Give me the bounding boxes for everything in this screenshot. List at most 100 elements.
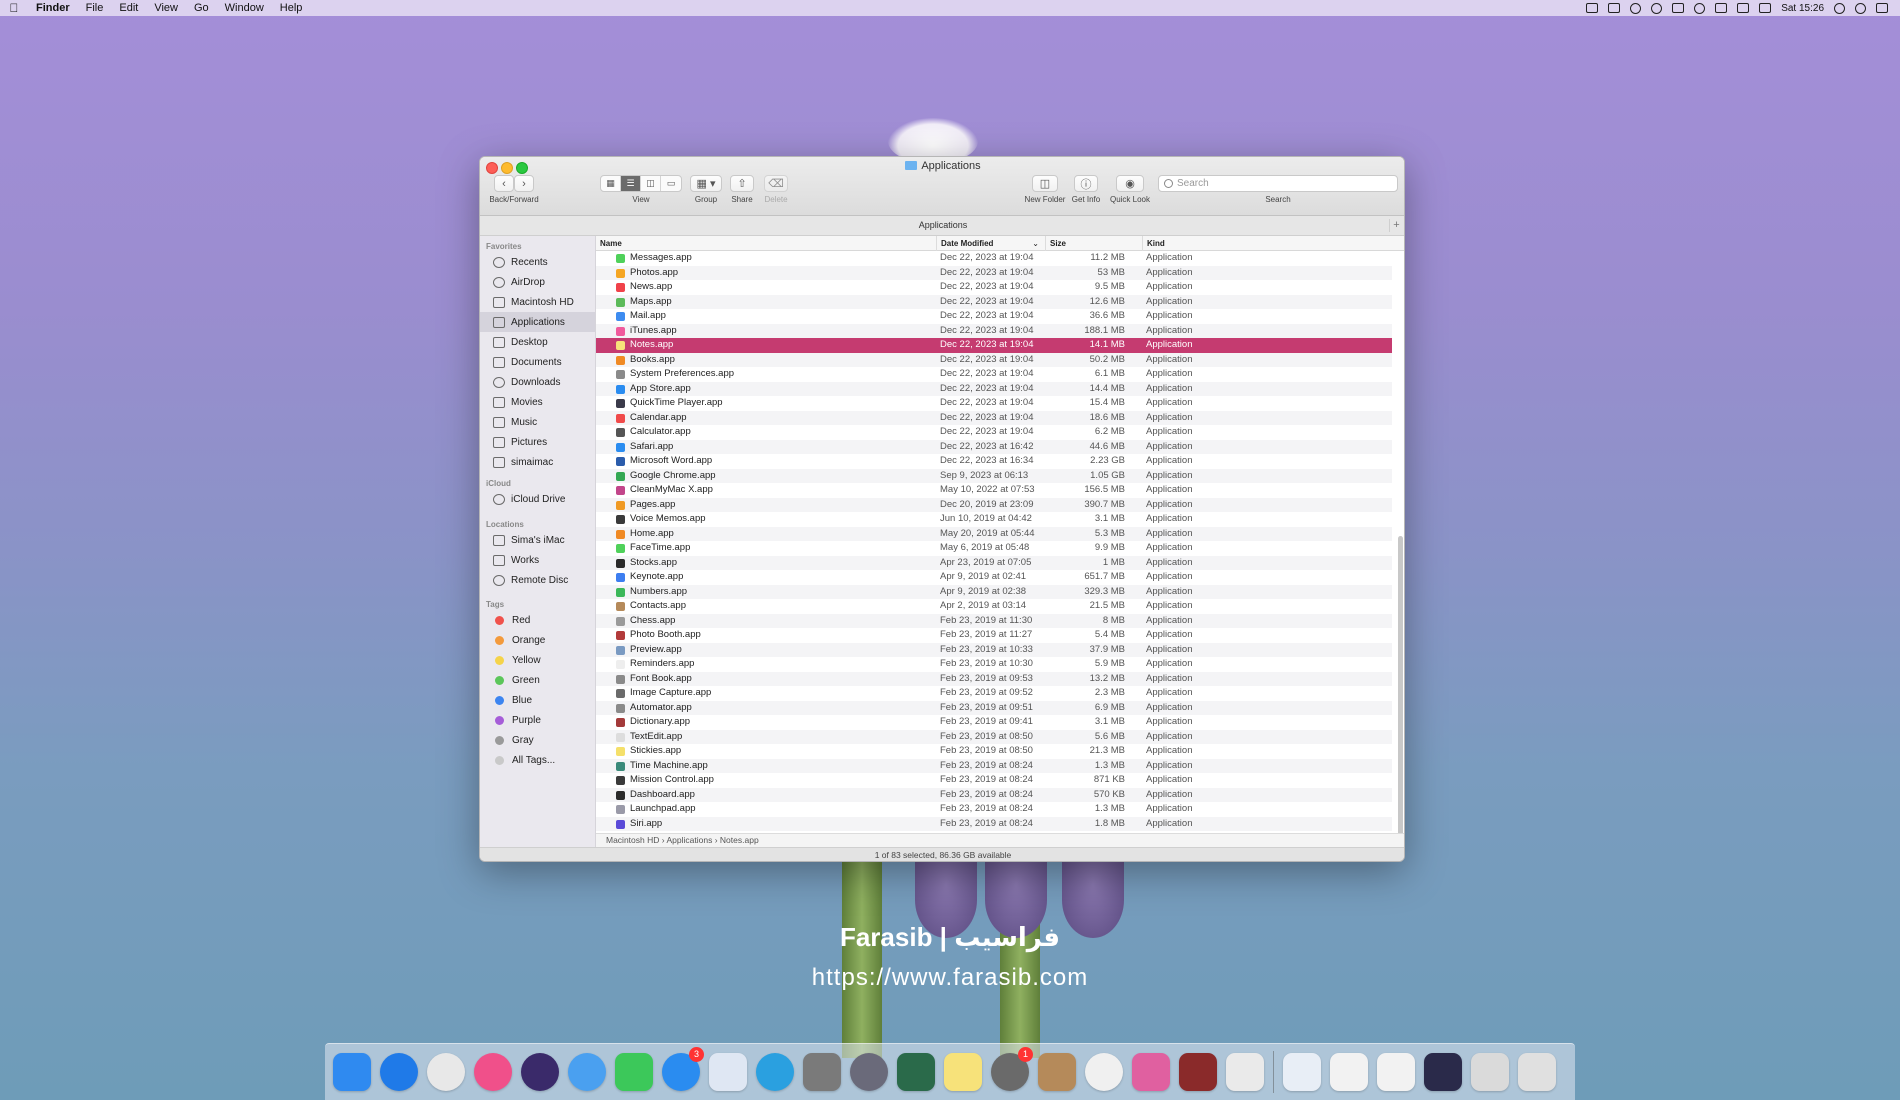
launchpad-icon[interactable] [850, 1053, 888, 1091]
sidebar-tag-orange[interactable]: Orange [480, 630, 595, 650]
sidebar-tag-purple[interactable]: Purple [480, 710, 595, 730]
gallery-view-icon[interactable]: ▭ [661, 176, 681, 191]
photo-booth-icon[interactable] [1179, 1053, 1217, 1091]
siri-menu-icon[interactable] [1855, 2, 1866, 14]
sidebar-tag-blue[interactable]: Blue [480, 690, 595, 710]
preview-icon[interactable] [1226, 1053, 1264, 1091]
apple-menu-icon[interactable]:  [0, 1, 28, 15]
file-row[interactable]: Voice Memos.app Jun 10, 2019 at 04:42 3.1 … [596, 512, 1392, 527]
breadcrumb-applications[interactable]: Applications [667, 835, 713, 845]
screen-mirror-icon[interactable] [1586, 3, 1599, 13]
utility-icon[interactable] [803, 1053, 841, 1091]
file-row[interactable]: Contacts.app Apr 2, 2019 at 03:14 21.5 MB A… [596, 599, 1392, 614]
new-tab-button[interactable]: + [1389, 219, 1403, 232]
cleanmymac-icon[interactable] [1132, 1053, 1170, 1091]
file-row[interactable]: Siri.app Feb 23, 2019 at 08:24 1.8 MB Appli… [596, 816, 1392, 831]
column-name[interactable]: Name [596, 236, 940, 251]
messages-icon[interactable] [568, 1053, 606, 1091]
sidebar-item-pictures[interactable]: Pictures [480, 432, 595, 452]
file-row[interactable]: CleanMyMac X.app May 10, 2022 at 07:53 156… [596, 483, 1392, 498]
file-row[interactable]: Home.app May 20, 2019 at 05:44 5.3 MB Appli… [596, 526, 1392, 541]
file-row[interactable]: Maps.app Dec 22, 2023 at 19:04 12.6 MB Appl… [596, 294, 1392, 309]
sidebar-item-airdrop[interactable]: AirDrop [480, 272, 595, 292]
delete-button[interactable]: ⌫ [764, 175, 788, 192]
column-size[interactable]: Size [1045, 236, 1110, 251]
file-row[interactable]: Notes.app Dec 22, 2023 at 19:04 14.1 MB App… [596, 338, 1392, 353]
file-row[interactable]: Dashboard.app Feb 23, 2019 at 08:24 570 KB… [596, 787, 1392, 802]
sidebar-tag-green[interactable]: Green [480, 670, 595, 690]
file-row[interactable]: Stocks.app Apr 23, 2019 at 07:05 1 MB Appli… [596, 555, 1392, 570]
file-row[interactable]: Image Capture.app Feb 23, 2019 at 09:52 2.… [596, 686, 1392, 701]
file-row[interactable]: Reminders.app Feb 23, 2019 at 10:30 5.9 MB… [596, 657, 1392, 672]
icon-view-icon[interactable]: ▦ [601, 176, 621, 191]
file-row[interactable]: App Store.app Dec 22, 2023 at 19:04 14.4 M… [596, 381, 1392, 396]
sidebar-item-desktop[interactable]: Desktop [480, 332, 595, 352]
file-row[interactable]: QuickTime Player.app Dec 22, 2023 at 19:0… [596, 396, 1392, 411]
file-row[interactable]: Stickies.app Feb 23, 2019 at 08:50 21.3 MB… [596, 744, 1392, 759]
safari-icon[interactable] [380, 1053, 418, 1091]
file-row[interactable]: Google Chrome.app Sep 9, 2023 at 06:13 1.0… [596, 468, 1392, 483]
keynote-icon[interactable] [709, 1053, 747, 1091]
file-row[interactable]: FaceTime.app May 6, 2019 at 05:48 9.9 MB Ap… [596, 541, 1392, 556]
telegram-icon[interactable] [756, 1053, 794, 1091]
menu-app-name[interactable]: Finder [28, 0, 78, 16]
file-row[interactable]: Calculator.app Dec 22, 2023 at 19:04 6.2 M… [596, 425, 1392, 440]
file-row[interactable]: Preview.app Feb 23, 2019 at 10:33 37.9 MB A… [596, 642, 1392, 657]
menu-help[interactable]: Help [272, 0, 311, 16]
notification-center-icon[interactable] [1876, 3, 1888, 13]
file-row[interactable]: Keynote.app Apr 9, 2019 at 02:41 651.7 MB A… [596, 570, 1392, 585]
file-row[interactable]: Books.app Dec 22, 2023 at 19:04 50.2 MB App… [596, 352, 1392, 367]
sidebar-item-movies[interactable]: Movies [480, 392, 595, 412]
document-1-icon[interactable] [1283, 1053, 1321, 1091]
column-view-icon[interactable]: ◫ [641, 176, 661, 191]
file-row[interactable]: News.app Dec 22, 2023 at 19:04 9.5 MB Appli… [596, 280, 1392, 295]
airplay-icon[interactable] [1715, 3, 1728, 13]
file-row[interactable]: Messages.app Dec 22, 2023 at 19:04 11.2 MB… [596, 251, 1392, 266]
file-row[interactable]: Mail.app Dec 22, 2023 at 19:04 36.6 MB Appl… [596, 309, 1392, 324]
breadcrumb-notes[interactable]: Notes.app [720, 835, 759, 845]
siri-icon[interactable] [521, 1053, 559, 1091]
photos-icon[interactable] [1085, 1053, 1123, 1091]
quick-look-button[interactable]: ◉ [1116, 175, 1144, 192]
itunes-icon[interactable] [474, 1053, 512, 1091]
breadcrumb-hd[interactable]: Macintosh HD [606, 835, 659, 845]
file-row[interactable]: Numbers.app Apr 9, 2019 at 02:38 329.3 MB A… [596, 584, 1392, 599]
menu-edit[interactable]: Edit [111, 0, 146, 16]
sidebar-item-music[interactable]: Music [480, 412, 595, 432]
trash-icon[interactable] [1518, 1053, 1556, 1091]
app-store-icon[interactable]: 3 [662, 1047, 704, 1091]
sidebar-item-home[interactable]: simaimac [480, 452, 595, 472]
sidebar-item-macintosh-hd[interactable]: Macintosh HD [480, 292, 595, 312]
notes-icon[interactable] [944, 1053, 982, 1091]
keyboard-input-icon[interactable] [1759, 3, 1772, 13]
share-button[interactable]: ⇧ [730, 175, 754, 192]
search-input[interactable]: Search [1158, 175, 1398, 192]
file-row[interactable]: Safari.app Dec 22, 2023 at 16:42 44.6 MB Ap… [596, 439, 1392, 454]
sidebar-tag-red[interactable]: Red [480, 610, 595, 630]
sidebar-tag-gray[interactable]: Gray [480, 730, 595, 750]
file-row[interactable]: Time Machine.app Feb 23, 2019 at 08:24 1.3… [596, 758, 1392, 773]
wifi-icon[interactable] [1694, 2, 1706, 14]
vertical-scrollbar[interactable] [1398, 536, 1403, 833]
battery-icon[interactable] [1672, 3, 1685, 13]
file-row[interactable]: System Preferences.app Dec 22, 2023 at 19… [596, 367, 1392, 382]
sidebar-item-documents[interactable]: Documents [480, 352, 595, 372]
menu-file[interactable]: File [78, 0, 112, 16]
sidebar-tag-yellow[interactable]: Yellow [480, 650, 595, 670]
display-icon[interactable] [1471, 1053, 1509, 1091]
file-row[interactable]: Photos.app Dec 22, 2023 at 19:04 53 MB Appl… [596, 265, 1392, 280]
clock[interactable]: Sat 15:26 [1781, 3, 1824, 14]
document-3-icon[interactable] [1377, 1053, 1415, 1091]
document-2-icon[interactable] [1330, 1053, 1368, 1091]
chrome-icon[interactable] [427, 1053, 465, 1091]
menu-go[interactable]: Go [186, 0, 217, 16]
sidebar-item-works[interactable]: Works [480, 550, 595, 570]
view-switcher[interactable]: ▦ ☰ ◫ ▭ [600, 175, 682, 192]
list-view-icon[interactable]: ☰ [621, 176, 641, 191]
finder-icon[interactable] [333, 1053, 371, 1091]
sidebar-item-recents[interactable]: Recents [480, 252, 595, 272]
file-row[interactable]: Mission Control.app Feb 23, 2019 at 08:24… [596, 773, 1392, 788]
sidebar-item-icloud-drive[interactable]: iCloud Drive [480, 489, 595, 509]
menu-window[interactable]: Window [217, 0, 272, 16]
facetime-video-icon[interactable] [897, 1053, 935, 1091]
